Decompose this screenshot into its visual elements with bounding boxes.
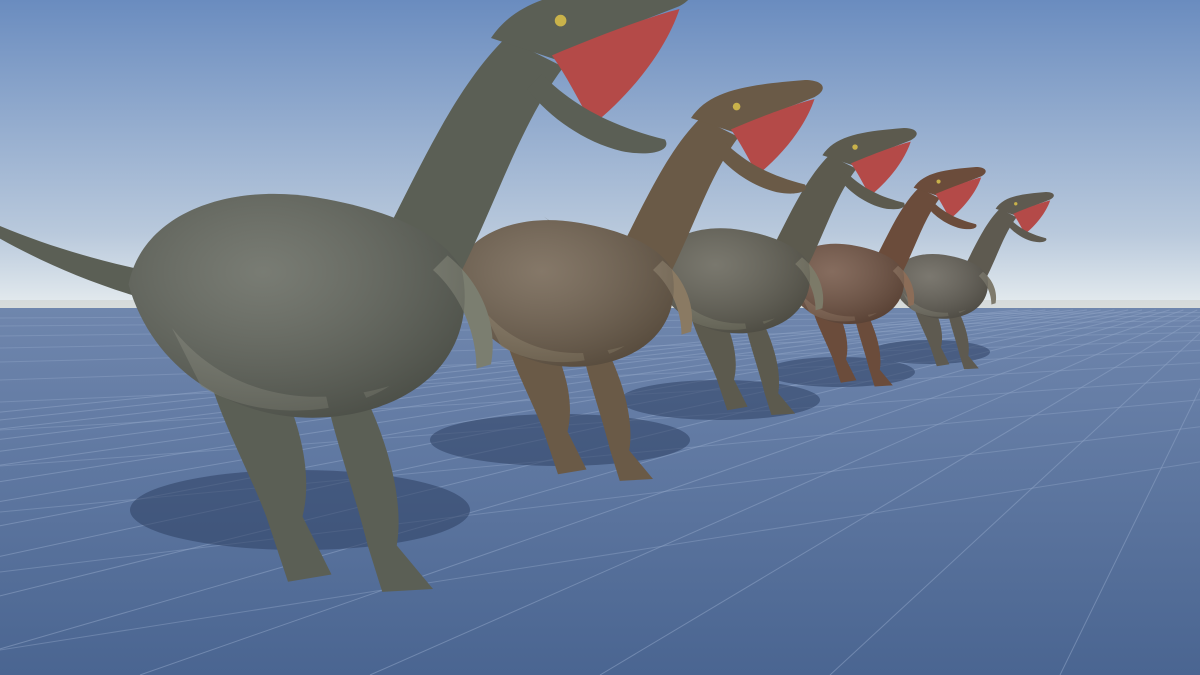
raptor-eye (1014, 202, 1018, 206)
raptor-eye (852, 144, 858, 150)
scene-canvas (0, 0, 1200, 675)
raptor-eye (936, 179, 941, 184)
3d-viewport (0, 0, 1200, 675)
raptor-eye (554, 14, 567, 27)
raptor-eye (732, 102, 741, 111)
